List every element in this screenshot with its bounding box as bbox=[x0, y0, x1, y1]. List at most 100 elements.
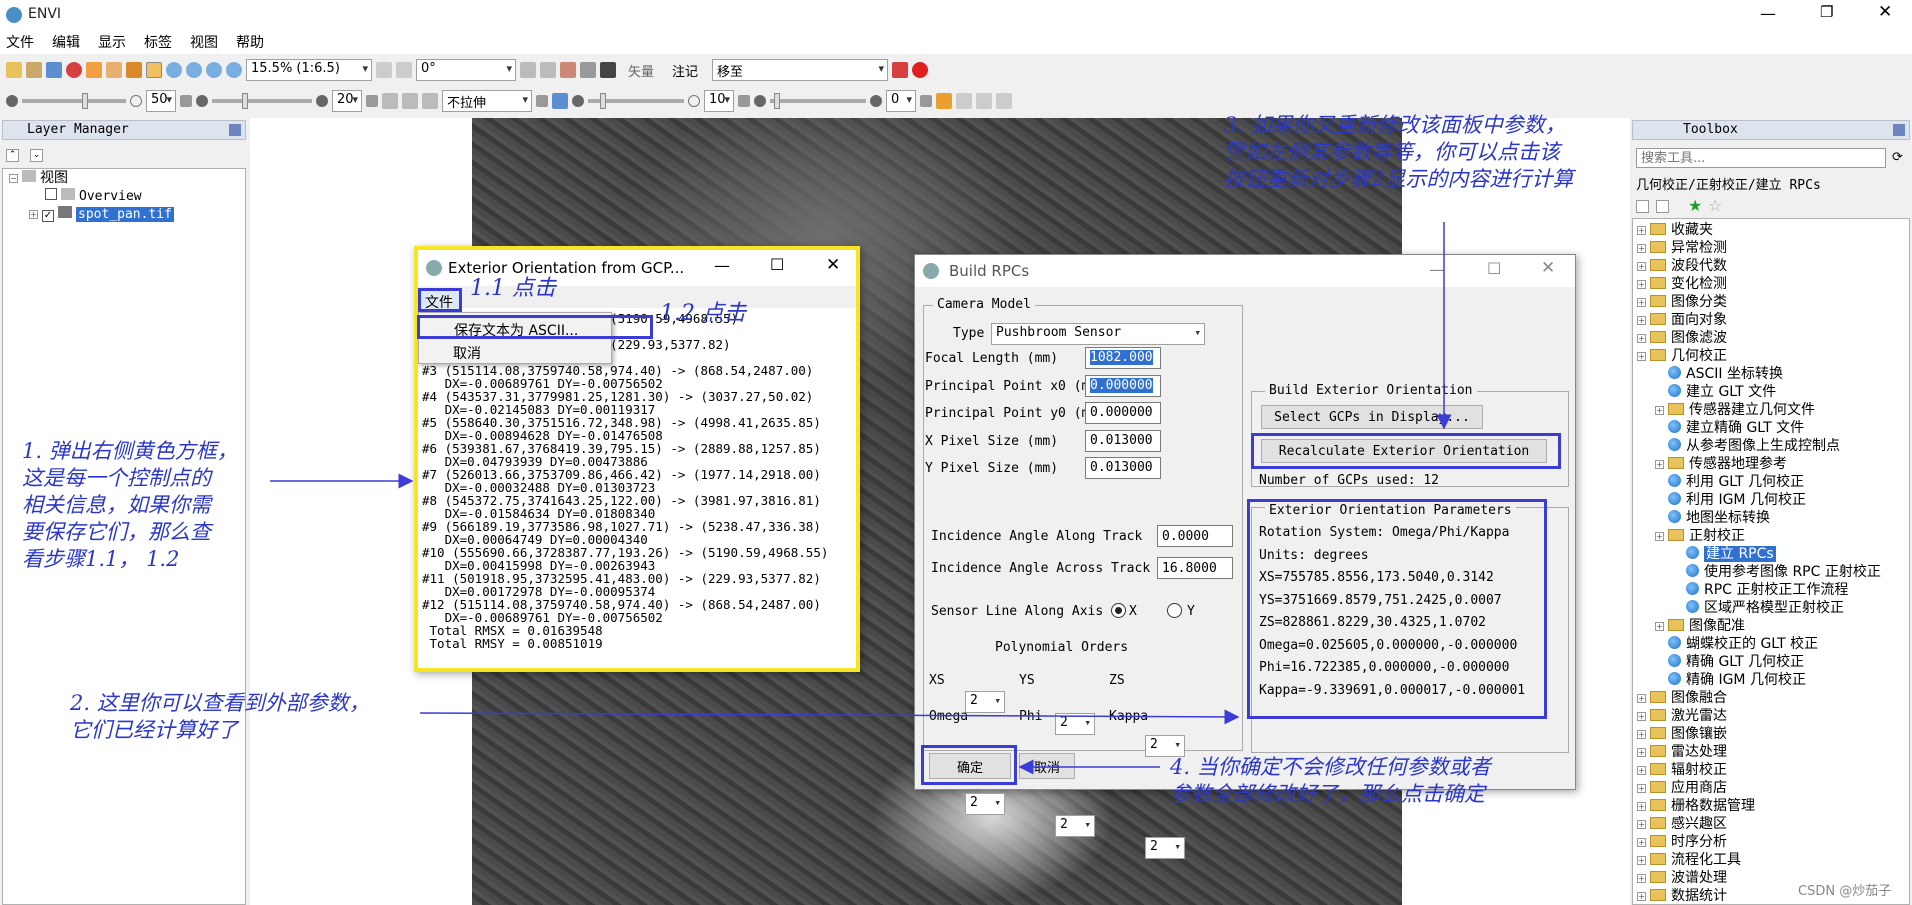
reset-transparency-icon[interactable] bbox=[920, 95, 932, 107]
chart-icon[interactable] bbox=[936, 93, 952, 109]
rotate-right-icon[interactable] bbox=[396, 62, 412, 78]
close-icon[interactable]: ✕ bbox=[1878, 2, 1892, 22]
expand-toggle-icon[interactable]: + bbox=[1637, 874, 1646, 883]
axis-y-radio[interactable] bbox=[1167, 603, 1182, 618]
toolbox-item[interactable]: + 图像滤波 bbox=[1637, 329, 1881, 347]
hand-icon[interactable] bbox=[520, 62, 536, 78]
expand-toggle-icon[interactable]: + bbox=[1655, 532, 1664, 541]
expand-toggle-icon[interactable]: + bbox=[1637, 334, 1646, 343]
expand-toggle-icon[interactable]: + bbox=[1637, 766, 1646, 775]
type-combo[interactable]: Pushbroom Sensor bbox=[991, 323, 1205, 345]
open-icon[interactable] bbox=[6, 62, 22, 78]
expand-toggle-icon[interactable]: + bbox=[1637, 712, 1646, 721]
toolbox-item[interactable]: 使用参考图像 RPC 正射校正 bbox=[1637, 563, 1881, 581]
tree-overview-node[interactable]: Overview bbox=[45, 187, 142, 206]
expand-toggle-icon[interactable]: + bbox=[1637, 244, 1646, 253]
toolbox-item[interactable]: + 图像分类 bbox=[1637, 293, 1881, 311]
toolbox-item[interactable]: 利用 IGM 几何校正 bbox=[1637, 491, 1881, 509]
cursor-value-icon[interactable] bbox=[402, 93, 418, 109]
toolbox-expand-icon[interactable] bbox=[1636, 200, 1649, 213]
stretch-combo[interactable]: 不拉伸 bbox=[442, 90, 532, 112]
favorite-remove-icon[interactable]: ☆ bbox=[1708, 196, 1722, 215]
fly-icon[interactable] bbox=[126, 62, 142, 78]
toolbox-item[interactable]: RPC 正射校正工作流程 bbox=[1637, 581, 1881, 599]
rpc-minimize-icon[interactable]: — bbox=[1429, 260, 1445, 279]
reset-icon[interactable] bbox=[180, 95, 192, 107]
exo-file-menu[interactable]: 文件 bbox=[418, 288, 462, 312]
toolbox-item[interactable]: + 图像镶嵌 bbox=[1637, 725, 1881, 743]
favorite-add-icon[interactable]: ★ bbox=[1688, 196, 1702, 215]
toolbox-item[interactable]: 建立 RPCs bbox=[1637, 545, 1881, 563]
toolbox-item[interactable]: + 传感器建立几何文件 bbox=[1637, 401, 1881, 419]
expand-toggle-icon[interactable]: + bbox=[1637, 226, 1646, 235]
expand-toggle-icon[interactable]: + bbox=[1637, 784, 1646, 793]
toolbox-item[interactable]: + 图像融合 bbox=[1637, 689, 1881, 707]
toolbox-item[interactable]: + 面向对象 bbox=[1637, 311, 1881, 329]
crosshair-icon[interactable] bbox=[892, 62, 909, 78]
ok-button[interactable]: 确定 bbox=[929, 753, 1011, 779]
expand-toggle-icon[interactable]: + bbox=[1637, 730, 1646, 739]
sharpen-input[interactable]: 10 bbox=[704, 90, 734, 112]
measure-icon[interactable] bbox=[580, 62, 596, 78]
menu-label[interactable]: 标签 bbox=[144, 32, 172, 52]
brightness-slider[interactable] bbox=[22, 93, 126, 109]
toolbox-item[interactable]: 从参考图像上生成控制点 bbox=[1637, 437, 1881, 455]
refresh-icon[interactable] bbox=[536, 95, 548, 107]
expand-toggle-icon[interactable]: + bbox=[1637, 316, 1646, 325]
toolbox-item[interactable]: + 感兴趣区 bbox=[1637, 815, 1881, 833]
expand-toggle-icon[interactable]: + bbox=[1637, 820, 1646, 829]
toolbox-item[interactable]: 精确 IGM 几何校正 bbox=[1637, 671, 1881, 689]
select-icon[interactable] bbox=[86, 62, 102, 78]
view-split-icon[interactable] bbox=[976, 93, 992, 109]
zoom-out-icon[interactable] bbox=[206, 62, 222, 78]
layer-checkbox[interactable]: ✓ bbox=[42, 210, 54, 222]
zoom-icon[interactable] bbox=[166, 62, 182, 78]
expand-toggle-icon[interactable]: + bbox=[1637, 262, 1646, 271]
toolbox-item[interactable]: + 异常检测 bbox=[1637, 239, 1881, 257]
keyboard-icon[interactable] bbox=[600, 62, 616, 78]
stats-icon[interactable] bbox=[422, 93, 438, 109]
data-manager-icon[interactable] bbox=[26, 62, 42, 78]
camera-field-input[interactable]: 1082.000 bbox=[1085, 347, 1161, 369]
overview-checkbox[interactable] bbox=[45, 188, 57, 200]
collapse-all-icon[interactable]: ⌄ bbox=[30, 149, 43, 162]
chip-icon[interactable] bbox=[382, 93, 398, 109]
toolbox-item[interactable]: 区域严格模型正射校正 bbox=[1637, 599, 1881, 617]
recalculate-button[interactable]: Recalculate Exterior Orientation bbox=[1261, 439, 1547, 463]
menu-display[interactable]: 显示 bbox=[98, 32, 126, 52]
exo-close-icon[interactable]: ✕ bbox=[826, 255, 840, 275]
colortable-icon[interactable] bbox=[552, 93, 568, 109]
toolbox-search-input[interactable] bbox=[1636, 148, 1886, 168]
camera-field-input[interactable]: 0.000000 bbox=[1085, 374, 1161, 397]
toolbox-item[interactable]: 蝴蝶校正的 GLT 校正 bbox=[1637, 635, 1881, 653]
menu-view[interactable]: 视图 bbox=[190, 32, 218, 52]
select-gcps-button[interactable]: Select GCPs in Display... bbox=[1261, 405, 1483, 429]
cancel-button[interactable]: 取消 bbox=[1019, 753, 1075, 779]
expand-toggle-icon[interactable]: + bbox=[1637, 802, 1646, 811]
expand-all-icon[interactable]: ⌃ bbox=[6, 149, 19, 162]
save-ascii-menu-item[interactable]: 保存文本为 ASCII... bbox=[417, 315, 653, 339]
toolbox-item[interactable]: + 辐射校正 bbox=[1637, 761, 1881, 779]
roi-icon[interactable] bbox=[560, 62, 576, 78]
rpc-close-icon[interactable]: ✕ bbox=[1541, 258, 1555, 278]
rpc-maximize-icon[interactable]: ☐ bbox=[1487, 259, 1501, 278]
contrast-slider[interactable] bbox=[212, 93, 312, 109]
expand-toggle-icon[interactable]: + bbox=[1655, 622, 1664, 631]
poly-combo[interactable]: 2 bbox=[1055, 713, 1095, 735]
poly-combo[interactable]: 2 bbox=[965, 691, 1005, 713]
axis-x-radio[interactable] bbox=[1111, 603, 1126, 618]
transparency-input[interactable]: 0 bbox=[886, 90, 916, 112]
view-single-icon[interactable] bbox=[956, 93, 972, 109]
toolbox-item[interactable]: + 正射校正 bbox=[1637, 527, 1881, 545]
toolbox-pin-icon[interactable] bbox=[1893, 124, 1905, 136]
vector-menu[interactable]: 矢量 bbox=[628, 61, 654, 80]
menu-edit[interactable]: 编辑 bbox=[52, 32, 80, 52]
menu-help[interactable]: 帮助 bbox=[236, 32, 264, 52]
pin-panel-icon[interactable] bbox=[229, 124, 241, 136]
toolbox-item[interactable]: + 栅格数据管理 bbox=[1637, 797, 1881, 815]
toolbox-item[interactable]: + 流程化工具 bbox=[1637, 851, 1881, 869]
expand-toggle-icon[interactable]: + bbox=[1637, 694, 1646, 703]
camera-field-input[interactable]: 0.000000 bbox=[1085, 402, 1161, 424]
brightness-input[interactable]: 50 bbox=[146, 90, 176, 112]
cancel-menu-item[interactable]: 取消 bbox=[453, 343, 481, 363]
